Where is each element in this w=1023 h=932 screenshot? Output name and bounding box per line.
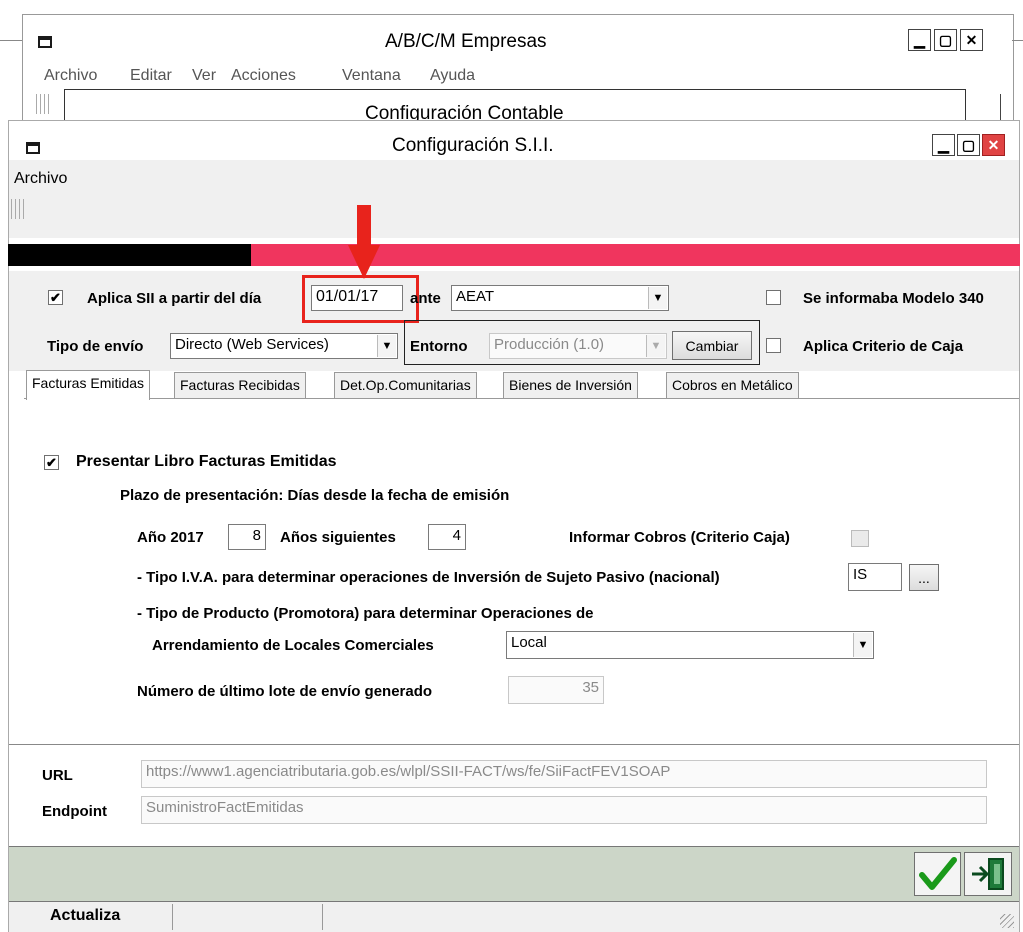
back-menu-ventana[interactable]: Ventana <box>342 67 401 85</box>
back-inner-window: Configuración Contable <box>64 89 966 120</box>
back-menu-archivo[interactable]: Archivo <box>44 67 97 85</box>
endpoint-label: Endpoint <box>42 803 107 820</box>
progress-fill <box>8 244 251 266</box>
endpoint-input[interactable]: SuministroFactEmitidas <box>141 796 987 824</box>
entorno-value: Producción (1.0) <box>494 336 605 353</box>
siguientes-label: Años siguientes <box>280 529 396 546</box>
presentar-checkbox[interactable]: ✔ <box>44 455 59 470</box>
status-divider <box>322 904 323 930</box>
back-toolbar-grip <box>36 94 50 114</box>
tab-facturas-recibidas[interactable]: Facturas Recibidas <box>174 372 306 398</box>
minimize-button[interactable]: ▁ <box>932 134 955 156</box>
arrendamiento-value: Local <box>511 634 547 651</box>
ante-label: ante <box>410 290 441 307</box>
right-scroll-edge <box>1000 94 1001 122</box>
app-window-icon <box>38 36 52 48</box>
back-menu-ver[interactable]: Ver <box>192 67 216 85</box>
back-menu-ayuda[interactable]: Ayuda <box>430 67 475 85</box>
tab-det-op-comunitarias[interactable]: Det.Op.Comunitarias <box>334 372 477 398</box>
url-label: URL <box>42 767 73 784</box>
window-title: Configuración S.I.I. <box>392 135 554 156</box>
right-edge-line <box>1012 40 1023 41</box>
chevron-down-icon[interactable]: ▼ <box>648 287 667 309</box>
back-window-title: A/B/C/M Empresas <box>385 31 547 52</box>
tipo-iva-label: - Tipo I.V.A. para determinar operacione… <box>137 569 720 586</box>
anio-label: Año 2017 <box>137 529 204 546</box>
back-menu-acciones[interactable]: Acciones <box>231 67 296 85</box>
back-minimize-button[interactable]: ▁ <box>908 29 931 51</box>
lote-label: Número de último lote de envío generado <box>137 683 433 700</box>
checkmark-icon <box>918 857 957 890</box>
check-icon: ✔ <box>50 290 61 305</box>
progress-bar <box>8 244 1020 266</box>
informar-cobros-checkbox <box>851 530 869 547</box>
siguientes-input[interactable]: 4 <box>428 524 466 550</box>
tipo-envio-select[interactable]: Directo (Web Services) ▼ <box>170 333 398 359</box>
tab-bienes-inversion[interactable]: Bienes de Inversión <box>503 372 638 398</box>
exit-door-icon <box>972 858 1004 890</box>
menu-bar <box>9 160 1019 192</box>
toolbar-grip <box>11 199 25 219</box>
informar-cobros-label: Informar Cobros (Criterio Caja) <box>569 529 790 546</box>
down-arrow-annotation-icon <box>348 205 380 281</box>
status-text: Actualiza <box>50 907 121 924</box>
chevron-down-icon[interactable]: ▼ <box>377 335 396 357</box>
modelo340-checkbox[interactable] <box>766 290 781 305</box>
tab-cobros-metalico[interactable]: Cobros en Metálico <box>666 372 799 398</box>
status-bar <box>9 902 1019 932</box>
tipo-producto-label: - Tipo de Producto (Promotora) para dete… <box>137 605 594 622</box>
arrendamiento-select[interactable]: Local ▼ <box>506 631 874 659</box>
toolbar <box>9 192 1019 238</box>
tipo-envio-label: Tipo de envío <box>47 338 144 355</box>
exit-button[interactable] <box>964 852 1012 896</box>
menu-archivo[interactable]: Archivo <box>14 170 67 188</box>
chevron-down-icon[interactable]: ▼ <box>853 633 872 657</box>
tipo-iva-input[interactable]: IS <box>848 563 902 591</box>
modelo340-label: Se informaba Modelo 340 <box>803 290 984 307</box>
lote-input: 35 <box>508 676 604 704</box>
anio-input[interactable]: 8 <box>228 524 266 550</box>
ante-value: AEAT <box>456 288 495 305</box>
plazo-label: Plazo de presentación: Días desde la fec… <box>120 487 510 504</box>
footer-bar <box>9 846 1019 902</box>
back-inner-title: Configuración Contable <box>365 103 564 120</box>
tab-panel-border <box>24 398 1019 399</box>
endpoint-separator <box>9 744 1019 745</box>
presentar-label: Presentar Libro Facturas Emitidas <box>76 453 337 470</box>
tipo-envio-value: Directo (Web Services) <box>175 336 329 353</box>
cambiar-button[interactable]: Cambiar <box>672 331 752 360</box>
back-menu-editar[interactable]: Editar <box>130 67 172 85</box>
arrendamiento-label: Arrendamiento de Locales Comerciales <box>152 637 434 654</box>
back-maximize-button[interactable]: ▢ <box>934 29 957 51</box>
close-button[interactable]: ✕ <box>982 134 1005 156</box>
resize-grip-icon[interactable] <box>1000 914 1014 928</box>
app-window-icon <box>26 142 40 154</box>
entorno-label: Entorno <box>410 338 468 355</box>
date-highlight-box <box>302 275 419 323</box>
tipo-iva-lookup-button[interactable]: ... <box>909 564 939 591</box>
entorno-select: Producción (1.0) ▼ <box>489 333 667 359</box>
url-input[interactable]: https://www1.agenciatributaria.gob.es/wl… <box>141 760 987 788</box>
ante-select[interactable]: AEAT ▼ <box>451 285 669 311</box>
check-icon: ✔ <box>46 455 57 470</box>
criterio-caja-checkbox[interactable] <box>766 338 781 353</box>
maximize-button[interactable]: ▢ <box>957 134 980 156</box>
aplica-sii-checkbox[interactable]: ✔ <box>48 290 63 305</box>
criterio-caja-label: Aplica Criterio de Caja <box>803 338 964 355</box>
confirm-button[interactable] <box>914 852 961 896</box>
left-edge-line <box>0 40 22 41</box>
status-divider <box>172 904 173 930</box>
chevron-down-icon: ▼ <box>646 335 665 357</box>
back-close-button[interactable]: ✕ <box>960 29 983 51</box>
aplica-sii-label: Aplica SII a partir del día <box>87 290 262 307</box>
tab-facturas-emitidas[interactable]: Facturas Emitidas <box>26 370 151 400</box>
